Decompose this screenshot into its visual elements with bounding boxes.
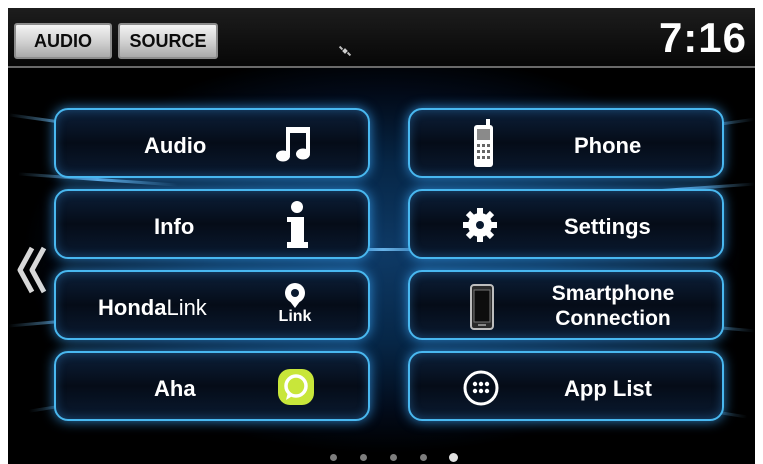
hondalink-suffix: Link (166, 295, 207, 320)
app-list-tile-label: App List (564, 376, 652, 401)
audio-tile-label: Audio (144, 133, 207, 158)
hondalink-tile-label: HondaLink (98, 295, 207, 321)
page-indicator (8, 453, 755, 464)
hondalink-brand: Honda (98, 295, 167, 320)
aha-icon (278, 369, 314, 405)
page-dot[interactable] (420, 454, 427, 461)
settings-tile[interactable]: Settings (408, 189, 724, 259)
aha-tile[interactable]: Aha (54, 351, 370, 421)
info-tile[interactable]: Info (54, 189, 370, 259)
hondalink-icon-text: Link (278, 308, 312, 325)
app-list-tile[interactable]: App List (408, 351, 724, 421)
infotainment-screen: AUDIO SOURCE 7:16 Audio Info HondaLink L… (8, 8, 755, 464)
smartphone-connection-tile[interactable]: Smartphone Connection (408, 270, 724, 340)
page-dot-active[interactable] (449, 453, 458, 462)
info-tile-label: Info (154, 214, 195, 239)
page-dot[interactable] (360, 454, 367, 461)
double-chevron-left-icon[interactable] (14, 238, 48, 302)
page-dot[interactable] (390, 454, 397, 461)
phone-tile[interactable]: Phone (408, 108, 724, 178)
source-button[interactable]: SOURCE (118, 23, 218, 59)
smartphone-icon (470, 284, 494, 330)
settings-tile-label: Settings (564, 214, 651, 239)
audio-tile[interactable]: Audio (54, 108, 370, 178)
app-grid-icon (463, 370, 499, 406)
hondalink-tile[interactable]: HondaLink Link (54, 270, 370, 340)
page-dot[interactable] (330, 454, 337, 461)
hondalink-icon: Link (272, 280, 318, 334)
clock: 7:16 (658, 14, 747, 61)
phone-tile-label: Phone (574, 133, 642, 158)
smartphone-connection-label: Smartphone Connection (528, 281, 698, 331)
smartphone-connection-label-line1: Smartphone (551, 282, 675, 305)
mobile-phone-icon (474, 119, 493, 167)
gps-satellite-icon (338, 45, 352, 57)
smartphone-connection-label-line2: Connection (555, 307, 671, 330)
hondalink-pin-icon (285, 283, 305, 308)
gear-icon (463, 208, 497, 242)
music-note-icon (276, 127, 310, 162)
aha-tile-label: Aha (154, 376, 196, 401)
audio-button[interactable]: AUDIO (14, 23, 112, 59)
home-menu: Audio Info HondaLink Link Aha Phone Sett… (8, 68, 755, 464)
info-icon (287, 201, 308, 248)
top-bar: AUDIO SOURCE 7:16 (8, 8, 755, 68)
